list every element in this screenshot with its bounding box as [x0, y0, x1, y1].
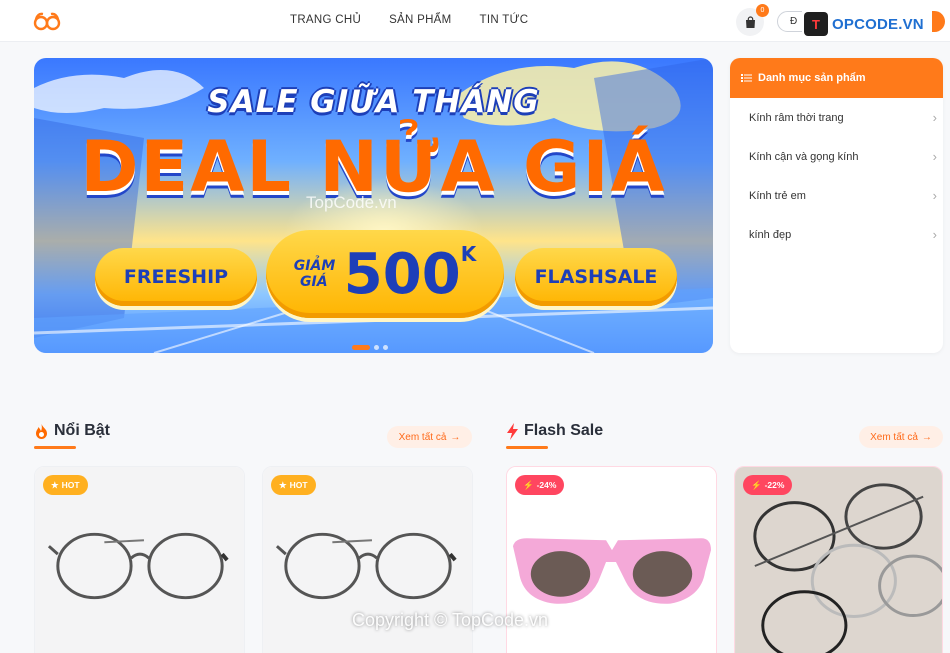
chevron-right-icon: › [932, 149, 937, 164]
discount-badge-label: -22% [764, 480, 785, 490]
star-icon: ★ [279, 479, 287, 490]
topcode-logo-icon: T [804, 12, 828, 36]
category-item-label: kính đẹp [749, 228, 792, 241]
shopping-bag-icon [745, 15, 755, 28]
hot-badge-label: HOT [289, 480, 308, 490]
see-all-label: Xem tất cả [870, 431, 918, 443]
featured-title-underline [34, 446, 76, 449]
carousel-dot[interactable] [383, 345, 388, 350]
featured-title-text: Nổi Bật [54, 422, 110, 439]
cart-count-badge: 0 [756, 4, 769, 17]
carousel-dot-active[interactable] [352, 345, 370, 350]
flash-see-all-button[interactable]: Xem tất cả → [859, 426, 943, 448]
nav-news[interactable]: TIN TỨC [480, 14, 529, 26]
hot-badge: ★ HOT [271, 475, 316, 495]
discount-badge: ⚡ -22% [743, 475, 793, 495]
see-all-label: Xem tất cả [398, 431, 447, 443]
list-icon [741, 74, 752, 82]
flashsale-pill: FLASHSALE [515, 248, 677, 306]
category-item-label: Kính trẻ em [749, 189, 806, 202]
hot-badge: ★ HOT [43, 475, 88, 495]
main-nav: TRANG CHỦ SẢN PHẨM TIN TỨC [290, 14, 528, 26]
hot-badge-label: HOT [61, 480, 80, 490]
category-item[interactable]: Kính trẻ em › [730, 176, 943, 215]
lightning-icon: ⚡ [751, 479, 762, 490]
flash-title-text: Flash Sale [524, 422, 604, 439]
flash-title-underline [506, 446, 548, 449]
category-item-label: Kính cận và gọng kính [749, 150, 859, 163]
flash-section-title: Flash Sale [506, 422, 603, 440]
featured-section-title: Nổi Bật [34, 422, 110, 440]
category-title: Danh mục sản phẩm [758, 72, 866, 84]
glasses-logo-icon[interactable] [33, 10, 61, 32]
discount-pill: GIẢM GIÁ 500 K [266, 230, 504, 318]
topcode-watermark: T OPCODE.VN [802, 9, 932, 39]
banner-headline: SALE GIỮA THÁNG [207, 84, 540, 120]
carousel-dot[interactable] [374, 345, 379, 350]
carousel-dots [352, 345, 388, 350]
discount-badge: ⚡ -24% [515, 475, 565, 495]
chevron-right-icon: › [932, 188, 937, 203]
discount-word: GIẢM GIÁ [293, 258, 336, 290]
banner-watermark: TopCode.vn [306, 193, 397, 212]
topcode-watermark-text: OPCODE.VN [832, 15, 924, 33]
lightning-icon: ⚡ [523, 479, 534, 490]
copyright-watermark: Copyright © TopCode.vn [352, 610, 549, 630]
arrow-right-icon: → [921, 431, 932, 443]
flash-product-card[interactable]: ⚡ -22% [734, 466, 943, 653]
fire-icon [36, 423, 47, 439]
category-header: Danh mục sản phẩm [730, 58, 943, 98]
category-item-label: Kính râm thời trang [749, 111, 844, 124]
lightning-icon [507, 422, 518, 440]
freeship-pill: FREESHIP [95, 248, 257, 306]
star-icon: ★ [51, 479, 59, 490]
nav-home[interactable]: TRANG CHỦ [290, 14, 361, 26]
cart-button[interactable]: 0 [736, 4, 769, 36]
category-item[interactable]: kính đẹp › [730, 215, 943, 254]
chevron-right-icon: › [932, 227, 937, 242]
product-card[interactable]: ★ HOT [34, 466, 245, 653]
chevron-right-icon: › [932, 110, 937, 125]
featured-see-all-button[interactable]: Xem tất cả → [387, 426, 472, 448]
discount-badge-label: -24% [536, 480, 557, 490]
site-header: TRANG CHỦ SẢN PHẨM TIN TỨC 0 Đ T OPCODE.… [0, 0, 950, 42]
category-panel: Danh mục sản phẩm Kính râm thời trang › … [730, 58, 943, 353]
arrow-right-icon: → [450, 431, 461, 443]
nav-products[interactable]: SẢN PHẨM [389, 14, 451, 26]
category-item[interactable]: Kính râm thời trang › [730, 98, 943, 137]
discount-unit: K [460, 242, 477, 266]
category-item[interactable]: Kính cận và gọng kính › [730, 137, 943, 176]
hero-banner[interactable]: SALE GIỮA THÁNG DEAL NỬA GIÁ FREESHIP GI… [34, 58, 713, 353]
discount-amount: 500 [343, 241, 461, 307]
